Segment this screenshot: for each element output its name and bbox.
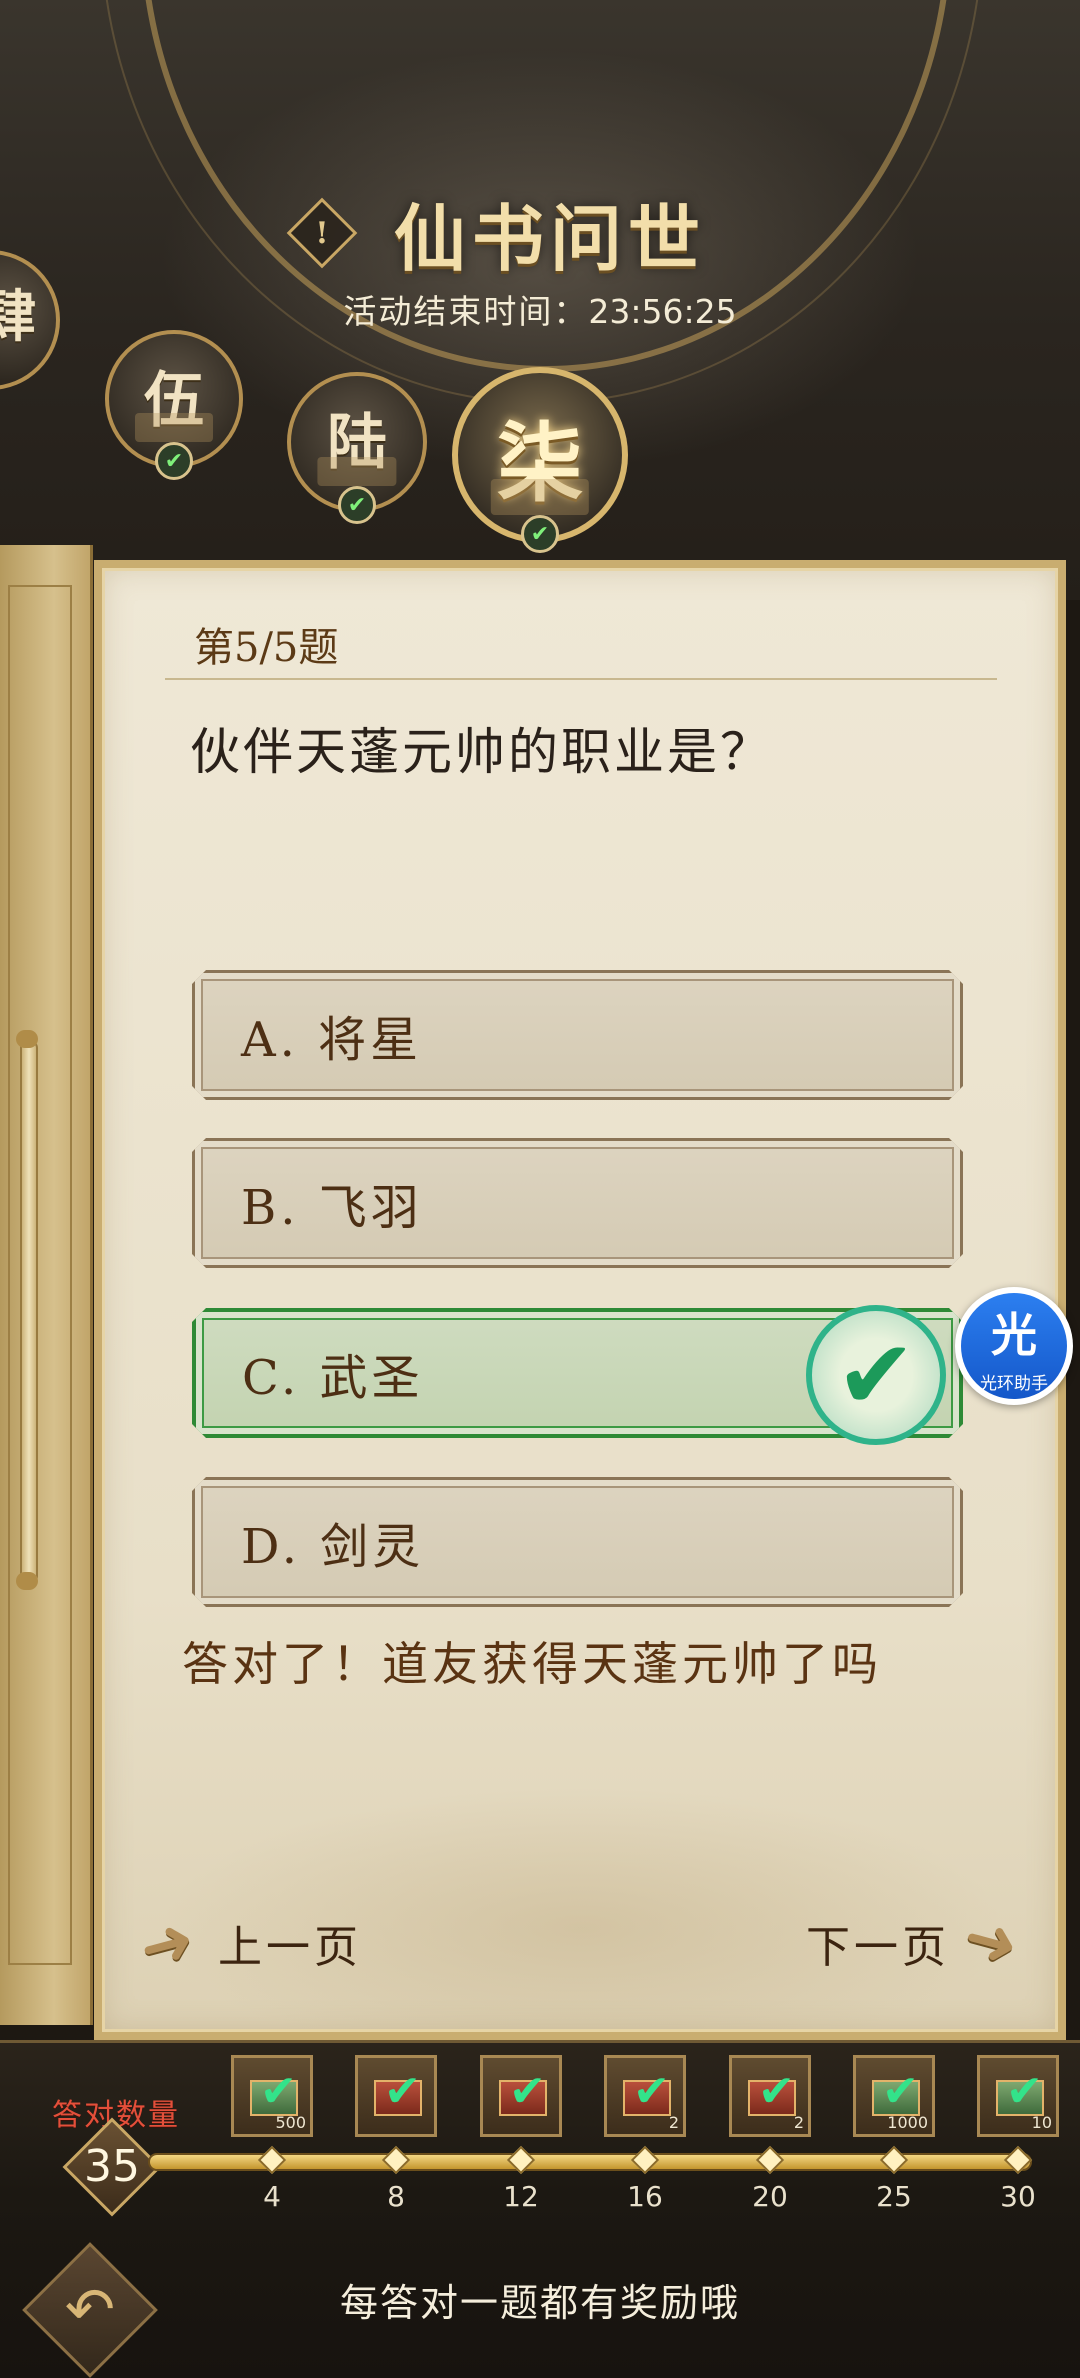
book-icon [135, 413, 213, 442]
scrollbar[interactable] [20, 1040, 38, 1584]
reward-quantity: 2 [668, 2113, 679, 2132]
arrow-left-icon: ➜ [131, 1900, 207, 1988]
end-time-value: 23:56:25 [588, 292, 737, 331]
side-panel [0, 545, 93, 2025]
milestone-threshold: 25 [876, 2180, 912, 2213]
option-a-button[interactable]: A. 将星 [192, 970, 963, 1100]
question-number: 第5/5题 [194, 625, 339, 671]
claimed-check-icon: ✔ [633, 2066, 670, 2117]
divider [165, 678, 997, 680]
book-icon [317, 456, 397, 486]
reward-quantity: 10 [1031, 2113, 1052, 2132]
reward-quantity: 1000 [887, 2113, 928, 2132]
chapter-5-medallion[interactable]: 伍 ✔ [105, 330, 243, 480]
next-page-button[interactable]: 下一页 ➜ [806, 1899, 1030, 1985]
claimed-check-icon: ✔ [384, 2066, 421, 2117]
correct-count-value: 35 [84, 2141, 140, 2192]
option-label: C. 武圣 [242, 1350, 424, 1406]
reward-quantity: 2 [793, 2113, 804, 2132]
option-label: D. 剑灵 [241, 1519, 425, 1575]
check-icon: ✔ [155, 442, 193, 480]
prev-page-button[interactable]: ➜ 上一页 [132, 1901, 362, 1987]
next-page-label: 下一页 [806, 1922, 950, 1973]
check-icon: ✔ [521, 515, 559, 553]
reward-chest[interactable]: ✔ [480, 2055, 562, 2137]
claimed-check-icon: ✔ [882, 2066, 919, 2117]
claimed-check-icon: ✔ [260, 2066, 297, 2117]
claimed-check-icon: ✔ [1006, 2066, 1043, 2117]
chapter-7-medallion[interactable]: 柒 ✔ [452, 367, 628, 553]
claimed-check-icon: ✔ [758, 2066, 795, 2117]
milestone-threshold: 4 [263, 2180, 281, 2213]
side-panel-frame [8, 585, 72, 1965]
arrow-right-icon: ➜ [955, 1898, 1031, 1986]
reward-chest[interactable]: ✔ [355, 2055, 437, 2137]
prev-page-label: 上一页 [218, 1922, 362, 1973]
option-d-button[interactable]: D. 剑灵 [192, 1477, 963, 1607]
option-label: A. 将星 [241, 1012, 423, 1068]
check-icon: ✔ [338, 486, 376, 524]
option-b-button[interactable]: B. 飞羽 [192, 1138, 963, 1268]
chapter-label: 肆 [0, 284, 36, 350]
event-end-time: 活动结束时间：23:56:25 [300, 285, 780, 333]
scrollbar-cap-bottom [16, 1572, 38, 1590]
helper-caption: 光环助手 [980, 1374, 1048, 1394]
back-arrow-icon: ↶ [64, 2275, 116, 2345]
reward-chest[interactable]: ✔ 1000 [853, 2055, 935, 2137]
milestone-threshold: 16 [627, 2180, 663, 2213]
answer-feedback: 答对了！道友获得天蓬元帅了吗 [182, 1637, 882, 1691]
helper-float-button[interactable]: 光 光环助手 [955, 1287, 1073, 1405]
scrollbar-cap-top [16, 1030, 38, 1048]
reward-chest[interactable]: ✔ 500 [231, 2055, 313, 2137]
reward-quantity: 500 [275, 2113, 306, 2132]
page-title: 仙书问世 [393, 196, 706, 281]
correct-check-icon: ✔ [806, 1305, 946, 1445]
book-icon [490, 478, 590, 515]
milestone-threshold: 20 [752, 2180, 788, 2213]
question-text: 伙伴天蓬元帅的职业是？ [190, 723, 773, 781]
milestone-threshold: 30 [1000, 2180, 1036, 2213]
helper-glyph: 光 [991, 1308, 1037, 1362]
milestone-threshold: 8 [387, 2180, 405, 2213]
option-label: B. 飞羽 [241, 1180, 423, 1236]
claimed-check-icon: ✔ [509, 2066, 546, 2117]
reward-hint: 每答对一题都有奖励哦 [339, 2281, 740, 2325]
reward-chest[interactable]: ✔ 2 [604, 2055, 686, 2137]
milestone-threshold: 12 [503, 2180, 539, 2213]
reward-chest[interactable]: ✔ 10 [977, 2055, 1059, 2137]
reward-chest[interactable]: ✔ 2 [729, 2055, 811, 2137]
chapter-6-medallion[interactable]: 陆 ✔ [287, 372, 427, 524]
end-time-label: 活动结束时间： [343, 292, 589, 331]
